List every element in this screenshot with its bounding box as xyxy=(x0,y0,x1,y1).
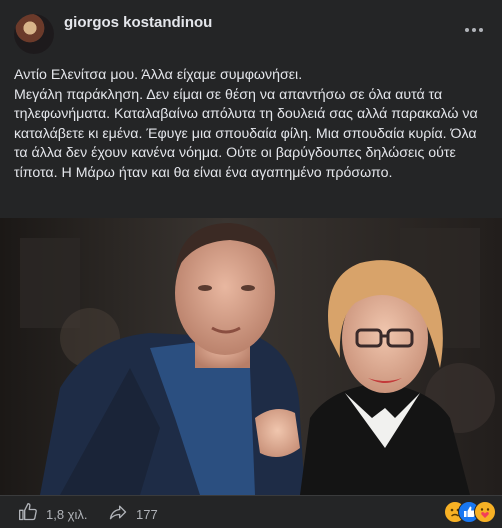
share-arrow-icon xyxy=(108,502,128,527)
more-options-icon[interactable] xyxy=(464,22,484,38)
thumbs-up-icon xyxy=(18,502,38,527)
likes-count: 1,8 χιλ. xyxy=(46,507,88,522)
post-text-line: Αντίο Ελενίτσα μου. Άλλα είχαμε συμφωνήσ… xyxy=(14,67,303,83)
facebook-post: giorgos kostandinou Αντίο Ελενίτσα μου. … xyxy=(0,0,502,528)
post-text-line: Μεγάλη παράκληση. Δεν είμαι σε θέση να α… xyxy=(14,86,478,181)
post-footer: 1,8 χιλ. 177 xyxy=(0,495,502,528)
post-photo[interactable] xyxy=(0,218,502,495)
author-name[interactable]: giorgos kostandinou xyxy=(64,14,212,31)
post-header: giorgos kostandinou xyxy=(0,0,502,60)
author-avatar[interactable] xyxy=(14,14,54,54)
post-text: Αντίο Ελενίτσα μου. Άλλα είχαμε συμφωνήσ… xyxy=(14,66,492,183)
like-button[interactable]: 1,8 χιλ. xyxy=(18,502,88,527)
photo-illustration xyxy=(0,218,502,495)
reactions-summary[interactable] xyxy=(444,501,500,523)
shares-count: 177 xyxy=(136,507,158,522)
care-reaction-icon xyxy=(474,501,496,523)
share-button[interactable]: 177 xyxy=(108,502,158,527)
